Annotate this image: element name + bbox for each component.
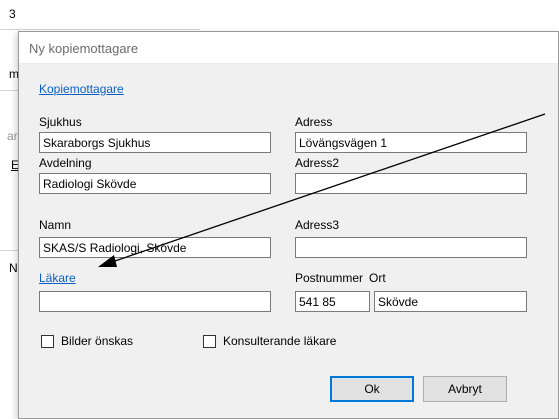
adress-label: Adress [295,115,333,129]
background-divider [0,250,18,251]
bilder-onskas-checkbox-box[interactable] [41,334,54,348]
avdelning-label: Avdelning [39,156,92,170]
adress-field[interactable] [295,132,527,153]
adress2-field[interactable] [295,173,527,194]
kopiemottagare-link[interactable]: Kopiemottagare [39,82,124,96]
sjukhus-label: Sjukhus [39,115,82,129]
konsulterande-lakare-checkbox-box[interactable] [203,334,216,348]
background-fragment-n: N [9,261,18,275]
sjukhus-field[interactable] [39,132,271,153]
adress3-label: Adress3 [295,218,340,232]
screen: 3 m ar E N A Ny kopiemottagare Kopiemott… [0,0,559,419]
dialog-title: Ny kopiemottagare [29,41,139,56]
ort-label: Ort [369,271,386,285]
avbryt-button[interactable]: Avbryt [423,376,507,402]
lakare-field[interactable] [39,291,271,312]
background-divider [0,29,200,30]
ok-button[interactable]: Ok [330,376,414,402]
ort-field[interactable] [374,291,527,312]
postnummer-label: Postnummer [295,271,364,285]
avdelning-field[interactable] [39,173,271,194]
background-fragment-3: 3 [9,7,16,21]
konsulterande-lakare-checkbox[interactable]: Konsulterande läkare [203,334,336,348]
bilder-onskas-label: Bilder önskas [61,334,134,348]
namn-field[interactable] [39,237,271,258]
postnummer-field[interactable] [295,291,370,312]
lakare-link[interactable]: Läkare [39,271,76,285]
bilder-onskas-checkbox[interactable]: Bilder önskas [41,334,133,348]
background-divider [0,90,18,91]
konsulterande-lakare-label: Konsulterande läkare [223,334,337,348]
adress3-field[interactable] [295,237,527,258]
dialog-titlebar: Ny kopiemottagare [19,32,558,64]
adress2-label: Adress2 [295,156,340,170]
background-fragment-ar: ar [7,129,18,143]
namn-label: Namn [39,218,72,232]
ny-kopiemottagare-dialog: Ny kopiemottagare Kopiemottagare Sjukhus… [18,31,559,419]
